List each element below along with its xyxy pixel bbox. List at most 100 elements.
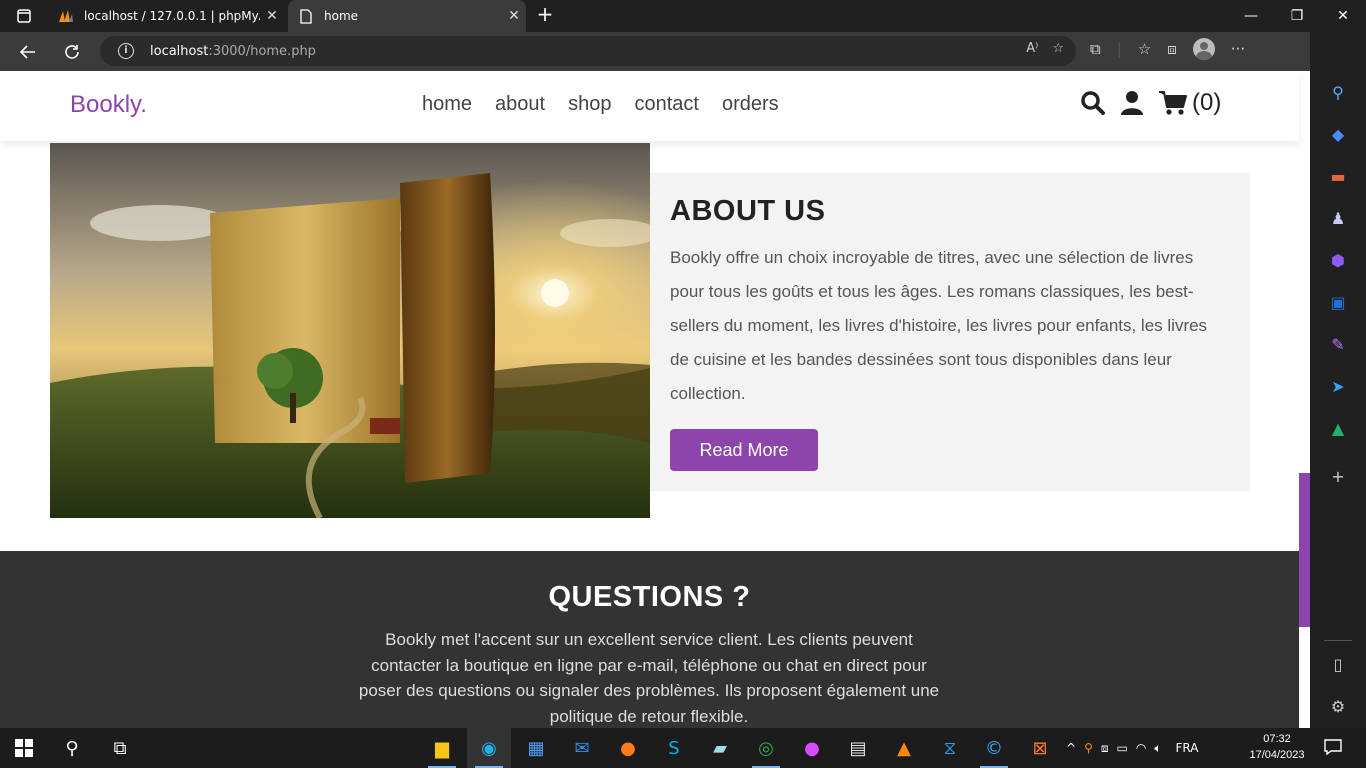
questions-heading: QUESTIONS ? — [548, 581, 751, 613]
add-sidebar-app-icon[interactable]: + — [1326, 464, 1350, 488]
tab-actions-button[interactable] — [10, 6, 38, 26]
add-favorite-icon[interactable]: ☆ — [1052, 41, 1064, 56]
tab-title: home — [324, 9, 359, 23]
start-button[interactable] — [2, 728, 46, 768]
cart-link[interactable]: (0) — [1158, 89, 1221, 117]
minimize-button[interactable]: — — [1228, 0, 1274, 32]
edge-browser-icon[interactable]: ◉ — [467, 728, 511, 768]
close-tab-icon[interactable]: ✕ — [502, 8, 526, 24]
hide-sidebar-icon[interactable]: ▯ — [1326, 652, 1350, 676]
wifi-icon[interactable]: ◠ — [1136, 741, 1146, 755]
chevron-up-icon[interactable]: ^ — [1066, 741, 1076, 755]
questions-text: Bookly met l'accent sur un excellent ser… — [358, 630, 940, 726]
settings-gear-icon[interactable]: ⚙ — [1326, 694, 1350, 718]
firefox-icon[interactable]: ● — [606, 728, 650, 768]
clock-time: 07:32 — [1263, 733, 1291, 745]
vlc-icon[interactable]: ▲ — [882, 728, 926, 768]
favorites-icon[interactable]: ☆ — [1138, 40, 1151, 58]
clock[interactable]: 07:32 17/04/2023 — [1240, 731, 1314, 763]
device-icon[interactable]: ⧈ — [1101, 741, 1109, 756]
designer-icon[interactable]: ✎ — [1326, 332, 1350, 356]
address-bar[interactable]: i localhost:3000/home.php A⁾ ☆ — [100, 36, 1076, 66]
tab-title: localhost / 127.0.0.1 | phpMyAdm — [84, 9, 260, 23]
back-button[interactable] — [14, 38, 42, 66]
outlook-icon[interactable]: ▣ — [1326, 290, 1350, 314]
tools-briefcase-icon[interactable]: ▬ — [1326, 164, 1350, 188]
menu-item-contact[interactable]: contact — [634, 93, 698, 116]
store-icon[interactable]: ▦ — [514, 728, 558, 768]
volume-icon[interactable]: 🔈︎ — [1154, 741, 1161, 756]
paint-drop-icon[interactable]: ● — [790, 728, 834, 768]
refresh-icon — [65, 45, 79, 59]
skype-icon[interactable]: S — [652, 728, 696, 768]
games-icon[interactable]: ♟ — [1326, 206, 1350, 230]
window-controls: — ❐ ✕ — [1228, 0, 1366, 32]
main-menu: home about shop contact orders — [422, 93, 779, 116]
shopping-cart-icon — [1159, 91, 1187, 115]
browser-tab-strip: localhost / 127.0.0.1 | phpMyAdm ✕ home … — [0, 0, 1366, 32]
site-info-icon[interactable]: i — [118, 43, 134, 59]
tree-icon[interactable]: ▲ — [1326, 416, 1350, 440]
user-icon[interactable] — [1120, 90, 1144, 116]
tab-home[interactable]: home ✕ — [288, 0, 526, 32]
more-options-icon[interactable]: ··· — [1231, 40, 1245, 58]
restore-button[interactable]: ❐ — [1274, 0, 1320, 32]
back-arrow-icon — [20, 45, 35, 59]
extensions-icon[interactable]: ⧉ — [1090, 40, 1101, 58]
refresh-button[interactable] — [58, 38, 86, 66]
ccleaner-icon[interactable]: © — [972, 728, 1016, 768]
about-image — [50, 143, 650, 518]
tab-phpmyadmin[interactable]: localhost / 127.0.0.1 | phpMyAdm ✕ — [48, 0, 284, 32]
scrollbar-thumb[interactable] — [1299, 473, 1310, 627]
shopping-tag-icon[interactable]: ◆ — [1326, 122, 1350, 146]
copilot-icon[interactable]: ⬢ — [1326, 248, 1350, 272]
mail-icon[interactable]: ✉ — [560, 728, 604, 768]
site-logo[interactable]: Bookly. — [70, 91, 147, 119]
read-aloud-icon[interactable]: A⁾ — [1026, 41, 1038, 56]
file-explorer-icon[interactable]: ▆ — [420, 728, 464, 768]
language-indicator[interactable]: FRA — [1176, 741, 1199, 755]
questions-section: QUESTIONS ? Bookly met l'accent sur un e… — [0, 551, 1299, 728]
collections-icon[interactable]: ⧈ — [1167, 40, 1177, 58]
system-tray: ^ ⚲ ⧈ ▭ ◠ 🔈︎ FRA — [1066, 728, 1199, 768]
notifications-button[interactable] — [1322, 736, 1344, 758]
phpmyadmin-icon — [58, 8, 74, 24]
profile-avatar[interactable] — [1192, 38, 1215, 60]
notepad-icon[interactable]: ▰ — [698, 728, 742, 768]
close-window-button[interactable]: ✕ — [1320, 0, 1366, 32]
page-scrollbar[interactable] — [1299, 71, 1310, 728]
about-text: Bookly offre un choix incroyable de titr… — [670, 248, 1208, 403]
menu-item-orders[interactable]: orders — [722, 93, 779, 116]
windows-taskbar: ⚲ ⧉ ▆ ◉ ▦ ✉ ● S ▰ ◎ ● ▤ ▲ ⧖ © ⊠ ^ ⚲ ⧈ ▭ … — [0, 728, 1366, 768]
new-tab-button[interactable]: + — [534, 4, 556, 26]
about-content: ABOUT US Bookly offre un choix incroyabl… — [650, 173, 1250, 491]
cart-count: (0) — [1192, 89, 1222, 116]
send-icon[interactable]: ➤ — [1326, 374, 1350, 398]
search-icon[interactable]: ⚲ — [50, 728, 94, 768]
search-tray-icon[interactable]: ⚲ — [1084, 741, 1093, 755]
windows-logo-icon — [15, 739, 33, 757]
menu-item-about[interactable]: about — [495, 93, 545, 116]
site-header: Bookly. home about shop contact orders (… — [0, 71, 1299, 141]
search-icon[interactable] — [1080, 90, 1106, 116]
menu-item-shop[interactable]: shop — [568, 93, 611, 116]
vscode-icon[interactable]: ⧖ — [928, 728, 972, 768]
books-icon[interactable]: ▤ — [836, 728, 880, 768]
read-more-button[interactable]: Read More — [670, 429, 818, 471]
browser-toolbar: i localhost:3000/home.php A⁾ ☆ ⧉ | ☆ ⧈ ·… — [0, 32, 1366, 71]
search-icon[interactable]: ⚲ — [1326, 80, 1350, 104]
sidebar-divider — [1324, 640, 1352, 641]
menu-item-home[interactable]: home — [422, 93, 472, 116]
toolbar-divider: | — [1116, 40, 1122, 58]
tab-actions-icon — [17, 9, 31, 23]
xampp-icon[interactable]: ⊠ — [1018, 728, 1062, 768]
page-icon — [298, 8, 314, 24]
clock-date: 17/04/2023 — [1249, 749, 1305, 761]
edge-sidebar: ⚲ ◆ ▬ ♟ ⬢ ▣ ✎ ➤ ▲ + ▯ ⚙ — [1310, 32, 1366, 728]
close-tab-icon[interactable]: ✕ — [260, 8, 284, 24]
battery-icon[interactable]: ▭ — [1117, 741, 1128, 755]
task-view-icon[interactable]: ⧉ — [98, 728, 142, 768]
chrome-icon[interactable]: ◎ — [744, 728, 788, 768]
page-viewport: Bookly. home about shop contact orders (… — [0, 71, 1310, 728]
about-heading: ABOUT US — [670, 195, 826, 227]
